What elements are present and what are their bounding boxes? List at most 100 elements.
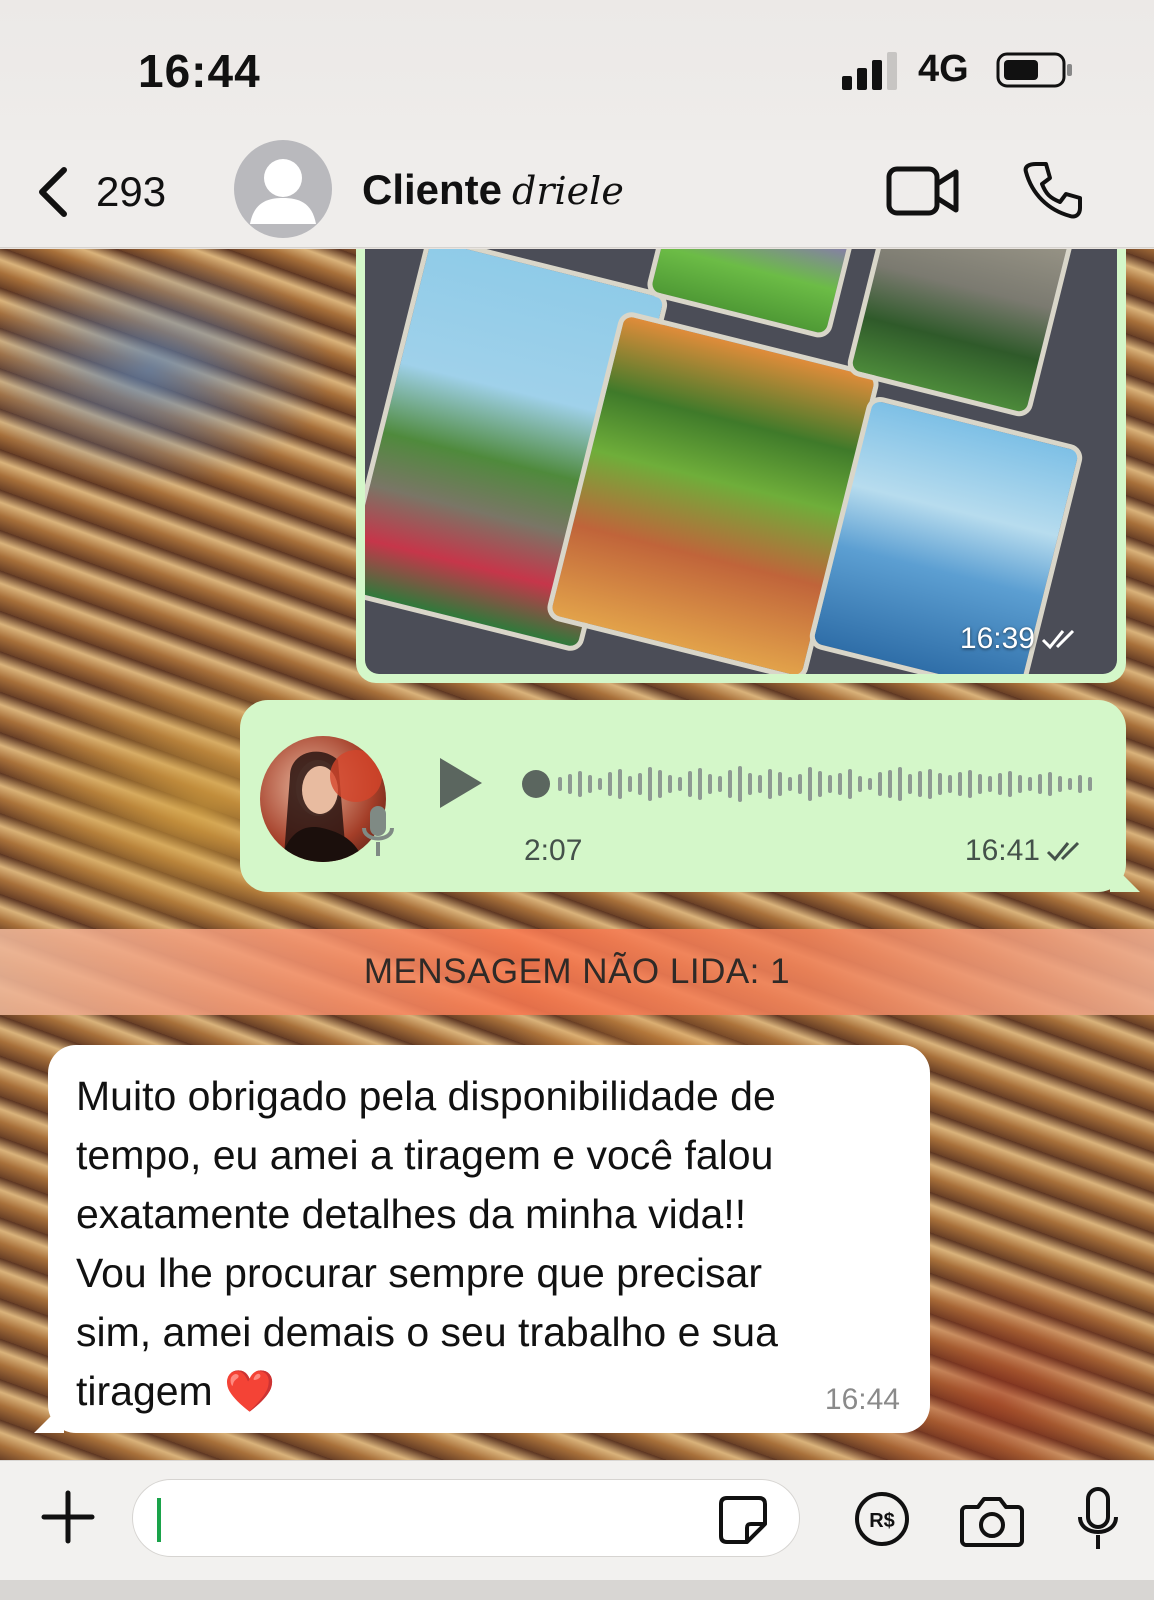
chat-header: 293 Cliente driele bbox=[0, 140, 1154, 248]
contact-first-name: Cliente bbox=[362, 166, 503, 213]
network-label: 4G bbox=[918, 48, 969, 90]
sticker-icon[interactable] bbox=[717, 1494, 769, 1546]
waveform-bar bbox=[588, 775, 592, 793]
message-body: Muito obrigado pela disponibilidade de t… bbox=[76, 1067, 896, 1421]
waveform-bar bbox=[708, 774, 712, 794]
text-caret bbox=[157, 1498, 161, 1542]
waveform-bar bbox=[1078, 775, 1082, 793]
waveform-bar bbox=[778, 772, 782, 796]
waveform-bar bbox=[798, 774, 802, 794]
bubble-tail bbox=[34, 1403, 64, 1433]
plus-icon[interactable] bbox=[38, 1487, 98, 1547]
waveform-bar bbox=[908, 774, 912, 794]
contact-name[interactable]: Cliente driele bbox=[362, 166, 624, 214]
chat-area[interactable]: 16:39 2:07 16:41 MENSAGEM NÃO LIDA: 1 Mu… bbox=[0, 249, 1154, 1460]
waveform-bar bbox=[648, 767, 652, 801]
image-timestamp: 16:39 bbox=[960, 622, 1081, 656]
message-composer: R$ bbox=[0, 1460, 1154, 1580]
svg-text:R$: R$ bbox=[869, 1510, 895, 1532]
waveform-bar bbox=[1048, 772, 1052, 796]
waveform-bar bbox=[838, 773, 842, 795]
battery-icon bbox=[996, 52, 1072, 88]
waveform-bar bbox=[818, 771, 822, 797]
audio-time-text: 16:41 bbox=[964, 834, 1040, 867]
image-message[interactable]: 16:39 bbox=[356, 249, 1126, 683]
waveform-bar bbox=[558, 777, 562, 791]
waveform-bar bbox=[608, 772, 612, 796]
waveform-bar bbox=[878, 772, 882, 796]
waveform-bar bbox=[568, 774, 572, 794]
waveform-bar bbox=[858, 776, 862, 792]
waveform-bar bbox=[788, 777, 792, 791]
mic-icon[interactable] bbox=[1074, 1487, 1122, 1551]
waveform-bar bbox=[888, 770, 892, 798]
signal-icon bbox=[842, 52, 897, 90]
waveform-bar bbox=[968, 770, 972, 798]
back-button[interactable]: 293 bbox=[36, 160, 166, 224]
incoming-text-message[interactable]: Muito obrigado pela disponibilidade de t… bbox=[34, 1045, 930, 1433]
waveform-bar bbox=[938, 773, 942, 795]
waveform-bar bbox=[758, 775, 762, 793]
waveform-bar bbox=[1028, 777, 1032, 791]
pix-payment-icon[interactable]: R$ bbox=[854, 1491, 910, 1547]
waveform-bar bbox=[828, 775, 832, 793]
unread-messages-banner: MENSAGEM NÃO LIDA: 1 bbox=[0, 929, 1154, 1015]
waveform-bar bbox=[628, 776, 632, 792]
message-text: Muito obrigado pela disponibilidade de t… bbox=[76, 1073, 778, 1414]
waveform-bar bbox=[958, 772, 962, 796]
waveform-bar bbox=[718, 776, 722, 792]
image-time-text: 16:39 bbox=[959, 622, 1035, 655]
waveform-bar bbox=[598, 778, 602, 790]
waveform-bar bbox=[578, 771, 582, 797]
waveform-bar bbox=[1008, 771, 1012, 797]
waveform-bar bbox=[898, 767, 902, 801]
home-indicator-bar bbox=[0, 1580, 1154, 1600]
camera-icon[interactable] bbox=[960, 1493, 1024, 1547]
status-time: 16:44 bbox=[138, 45, 261, 97]
double-check-icon bbox=[1041, 629, 1075, 650]
waveform-bar bbox=[1088, 777, 1092, 791]
audio-duration: 2:07 bbox=[524, 834, 583, 867]
waveform-bar bbox=[768, 769, 772, 799]
message-timestamp: 16:44 bbox=[824, 1383, 900, 1416]
audio-waveform[interactable] bbox=[522, 760, 1092, 808]
waveform-bar bbox=[988, 776, 992, 792]
tarot-cards-photo[interactable]: 16:39 bbox=[365, 249, 1117, 674]
waveform-bar bbox=[918, 771, 922, 797]
contact-avatar[interactable] bbox=[234, 140, 332, 238]
audio-timestamp: 16:41 bbox=[965, 834, 1086, 868]
unread-chats-count: 293 bbox=[96, 168, 167, 215]
waveform-bar bbox=[658, 770, 662, 798]
play-icon[interactable] bbox=[436, 756, 484, 810]
default-avatar-icon bbox=[250, 159, 316, 224]
unread-banner-text: MENSAGEM NÃO LIDA: 1 bbox=[363, 952, 791, 991]
waveform-bar bbox=[668, 775, 672, 793]
waveform-bar bbox=[1058, 776, 1062, 792]
waveform-bar bbox=[748, 773, 752, 795]
waveform-bar bbox=[638, 773, 642, 795]
waveform-bar bbox=[728, 770, 732, 798]
message-input[interactable] bbox=[132, 1479, 800, 1557]
phone-icon[interactable] bbox=[1022, 160, 1082, 220]
waveform-bar bbox=[848, 769, 852, 799]
chevron-left-icon bbox=[39, 167, 67, 217]
card-tower bbox=[844, 249, 1076, 420]
waveform-bar bbox=[868, 778, 872, 790]
bubble-tail bbox=[1110, 862, 1140, 892]
waveform-bar bbox=[928, 769, 932, 799]
mic-icon bbox=[362, 806, 394, 856]
playhead[interactable] bbox=[522, 770, 550, 798]
double-check-icon bbox=[1046, 841, 1080, 862]
waveform-bar bbox=[738, 766, 742, 802]
waveform-bar bbox=[1038, 774, 1042, 794]
waveform-bar bbox=[678, 777, 682, 791]
waveform-bar bbox=[1068, 778, 1072, 790]
waveform-bar bbox=[698, 768, 702, 800]
voice-message[interactable]: 2:07 16:41 bbox=[240, 700, 1140, 892]
contact-second-name: driele bbox=[512, 169, 624, 213]
waveform-bar bbox=[1018, 775, 1022, 793]
status-bar: 16:44 4G bbox=[0, 0, 1154, 140]
waveform-bar bbox=[808, 767, 812, 801]
video-call-icon[interactable] bbox=[886, 164, 960, 218]
waveform-bar bbox=[978, 774, 982, 794]
